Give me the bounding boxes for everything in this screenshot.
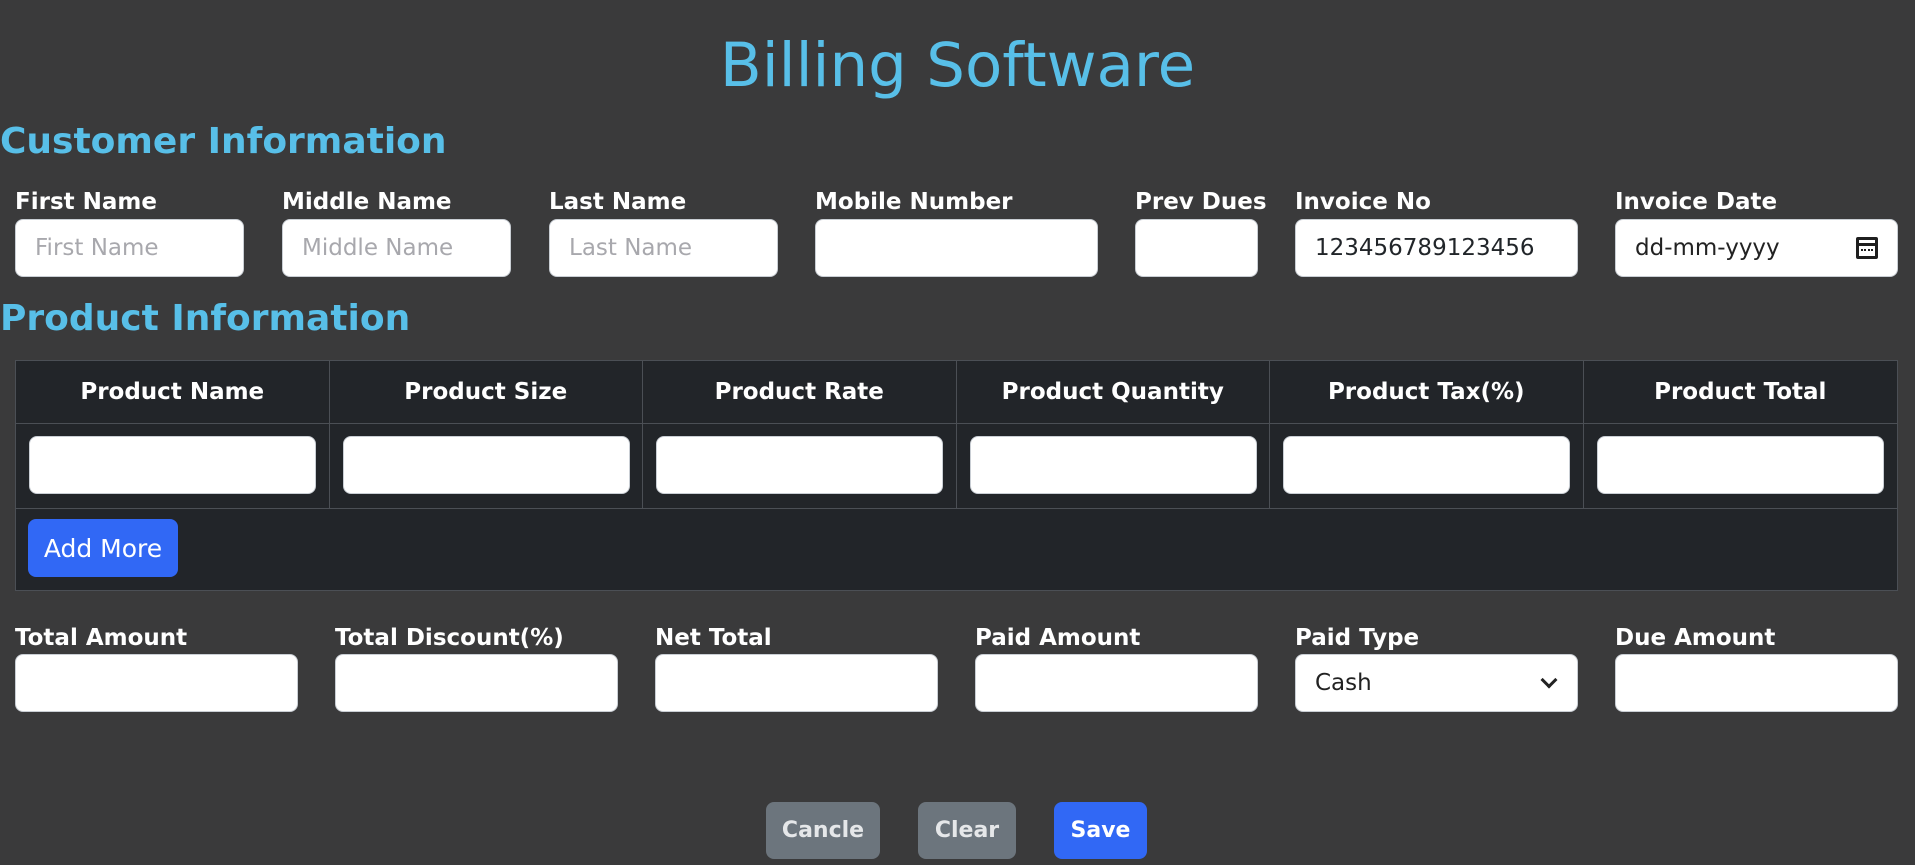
invoice-date-label: Invoice Date	[1615, 189, 1778, 215]
product-tax-cell	[1270, 424, 1584, 508]
product-rate-input[interactable]	[656, 436, 943, 494]
add-more-button[interactable]: Add More	[28, 519, 178, 577]
paid-type-value: Cash	[1315, 670, 1372, 696]
cancel-button[interactable]: Cancle	[766, 802, 880, 859]
column-product-quantity: Product Quantity	[957, 361, 1270, 423]
product-name-cell	[16, 424, 330, 508]
paid-amount-label: Paid Amount	[975, 625, 1141, 651]
invoice-no-label: Invoice No	[1295, 189, 1431, 215]
calendar-icon[interactable]	[1856, 237, 1878, 259]
paid-amount-input[interactable]	[975, 654, 1258, 712]
column-product-rate: Product Rate	[643, 361, 957, 423]
invoice-date-input[interactable]: dd-mm-yyyy	[1615, 219, 1898, 277]
save-button[interactable]: Save	[1054, 802, 1147, 859]
product-information-heading: Product Information	[0, 298, 411, 339]
product-rate-cell	[643, 424, 957, 508]
clear-button[interactable]: Clear	[918, 802, 1016, 859]
product-size-cell	[330, 424, 643, 508]
product-total-cell	[1584, 424, 1898, 508]
mobile-number-label: Mobile Number	[815, 189, 1013, 215]
paid-type-label: Paid Type	[1295, 625, 1420, 651]
column-product-name: Product Name	[16, 361, 330, 423]
invoice-no-input[interactable]	[1295, 219, 1578, 277]
total-amount-input[interactable]	[15, 654, 298, 712]
product-size-input[interactable]	[342, 436, 630, 494]
last-name-label: Last Name	[549, 189, 687, 215]
chevron-down-icon	[1540, 671, 1558, 688]
middle-name-input[interactable]	[282, 219, 511, 277]
net-total-input[interactable]	[655, 654, 938, 712]
total-discount-label: Total Discount(%)	[335, 625, 564, 651]
total-amount-label: Total Amount	[15, 625, 188, 651]
product-table-header: Product Name Product Size Product Rate P…	[16, 361, 1897, 424]
column-product-size: Product Size	[330, 361, 643, 423]
first-name-input[interactable]	[15, 219, 244, 277]
page-title: Billing Software	[719, 30, 1196, 101]
last-name-input[interactable]	[549, 219, 778, 277]
prev-dues-input[interactable]	[1135, 219, 1258, 277]
middle-name-label: Middle Name	[282, 189, 452, 215]
product-table: Product Name Product Size Product Rate P…	[15, 360, 1898, 591]
table-row	[16, 424, 1897, 509]
due-amount-input[interactable]	[1615, 654, 1898, 712]
paid-type-select[interactable]: Cash	[1295, 654, 1578, 712]
total-discount-input[interactable]	[335, 654, 618, 712]
product-quantity-input[interactable]	[969, 436, 1257, 494]
column-product-tax: Product Tax(%)	[1270, 361, 1584, 423]
first-name-label: First Name	[15, 189, 157, 215]
due-amount-label: Due Amount	[1615, 625, 1776, 651]
product-tax-input[interactable]	[1283, 436, 1570, 494]
column-product-total: Product Total	[1654, 379, 1827, 405]
net-total-label: Net Total	[655, 625, 772, 651]
invoice-date-value: dd-mm-yyyy	[1635, 235, 1780, 261]
customer-information-heading: Customer Information	[0, 121, 447, 162]
product-total-input[interactable]	[1596, 436, 1884, 494]
prev-dues-label: Prev Dues	[1135, 189, 1267, 215]
product-quantity-cell	[957, 424, 1270, 508]
billing-page: Billing Software Customer Information Fi…	[0, 0, 1915, 865]
mobile-number-input[interactable]	[815, 219, 1098, 277]
product-name-input[interactable]	[29, 436, 316, 494]
